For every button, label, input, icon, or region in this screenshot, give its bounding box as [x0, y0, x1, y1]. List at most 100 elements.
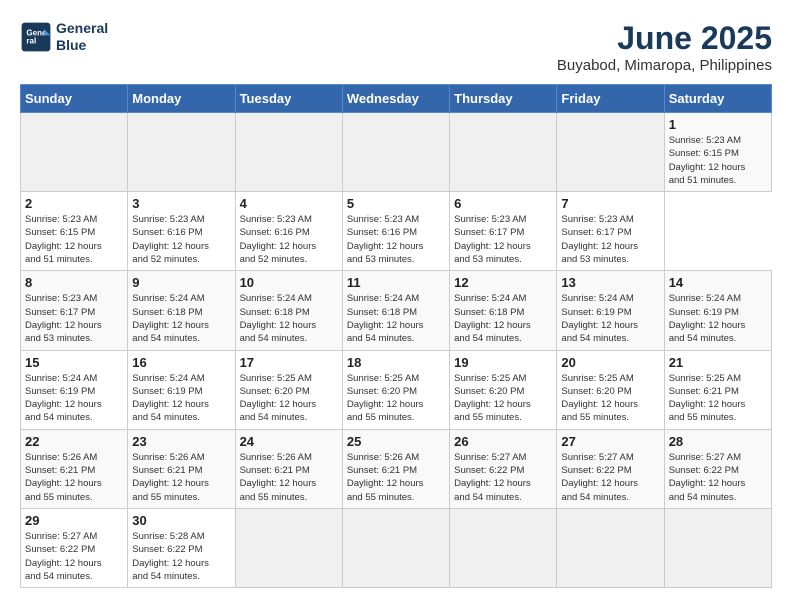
calendar-cell-day-30: 30 Sunrise: 5:28 AMSunset: 6:22 PMDayligh… — [128, 508, 235, 587]
day-info: Sunrise: 5:24 AMSunset: 6:18 PMDaylight:… — [240, 292, 338, 345]
day-number: 5 — [347, 196, 445, 211]
day-info: Sunrise: 5:25 AMSunset: 6:20 PMDaylight:… — [561, 372, 659, 425]
logo-icon: Gene ral — [20, 21, 52, 53]
calendar-cell-day-10: 10Sunrise: 5:24 AMSunset: 6:18 PMDayligh… — [235, 271, 342, 350]
day-info: Sunrise: 5:27 AMSunset: 6:22 PMDaylight:… — [454, 451, 552, 504]
day-number: 14 — [669, 275, 767, 290]
day-info: Sunrise: 5:25 AMSunset: 6:20 PMDaylight:… — [240, 372, 338, 425]
calendar-cell-day-7: 7 Sunrise: 5:23 AMSunset: 6:17 PMDaylight… — [557, 192, 664, 271]
calendar-header-wednesday: Wednesday — [342, 85, 449, 113]
day-info: Sunrise: 5:25 AMSunset: 6:20 PMDaylight:… — [454, 372, 552, 425]
day-info: Sunrise: 5:23 AMSunset: 6:17 PMDaylight:… — [454, 213, 552, 266]
logo: Gene ral General Blue — [20, 20, 108, 54]
calendar-cell-day-2: 2 Sunrise: 5:23 AMSunset: 6:15 PMDaylight… — [21, 192, 128, 271]
day-number: 23 — [132, 434, 230, 449]
calendar-cell-day-16: 16 Sunrise: 5:24 AMSunset: 6:19 PMDayligh… — [128, 350, 235, 429]
day-number: 21 — [669, 355, 767, 370]
calendar-cell-day-23: 23Sunrise: 5:26 AMSunset: 6:21 PMDayligh… — [128, 429, 235, 508]
calendar-week-6: 29Sunrise: 5:27 AMSunset: 6:22 PMDayligh… — [21, 508, 772, 587]
location-subtitle: Buyabod, Mimaropa, Philippines — [557, 57, 772, 74]
day-info: Sunrise: 5:26 AMSunset: 6:21 PMDaylight:… — [240, 451, 338, 504]
calendar-cell-day-9: 9 Sunrise: 5:24 AMSunset: 6:18 PMDaylight… — [128, 271, 235, 350]
calendar-cell-day-27: 27 Sunrise: 5:27 AMSunset: 6:22 PMDayligh… — [557, 429, 664, 508]
day-number: 16 — [132, 355, 230, 370]
day-info: Sunrise: 5:27 AMSunset: 6:22 PMDaylight:… — [669, 451, 767, 504]
day-info: Sunrise: 5:23 AMSunset: 6:15 PMDaylight:… — [669, 134, 767, 187]
day-number: 27 — [561, 434, 659, 449]
calendar-cell-day-17: 17Sunrise: 5:25 AMSunset: 6:20 PMDayligh… — [235, 350, 342, 429]
calendar-header-row: SundayMondayTuesdayWednesdayThursdayFrid… — [21, 85, 772, 113]
calendar-header-monday: Monday — [128, 85, 235, 113]
logo-text: General Blue — [56, 20, 108, 54]
day-info: Sunrise: 5:23 AMSunset: 6:16 PMDaylight:… — [347, 213, 445, 266]
calendar-week-2: 2 Sunrise: 5:23 AMSunset: 6:15 PMDaylight… — [21, 192, 772, 271]
month-title: June 2025 — [557, 20, 772, 57]
calendar-week-5: 22 Sunrise: 5:26 AMSunset: 6:21 PMDayligh… — [21, 429, 772, 508]
calendar-cell-day-3: 3Sunrise: 5:23 AMSunset: 6:16 PMDaylight… — [128, 192, 235, 271]
calendar-cell-day-18: 18 Sunrise: 5:25 AMSunset: 6:20 PMDayligh… — [342, 350, 449, 429]
calendar-cell-day-8: 8Sunrise: 5:23 AMSunset: 6:17 PMDaylight… — [21, 271, 128, 350]
calendar-cell-day-15: 15 Sunrise: 5:24 AMSunset: 6:19 PMDayligh… — [21, 350, 128, 429]
day-number: 20 — [561, 355, 659, 370]
calendar-header-friday: Friday — [557, 85, 664, 113]
calendar-cell-day-26: 26 Sunrise: 5:27 AMSunset: 6:22 PMDayligh… — [450, 429, 557, 508]
day-number: 30 — [132, 513, 230, 528]
day-info: Sunrise: 5:23 AMSunset: 6:15 PMDaylight:… — [25, 213, 123, 266]
day-info: Sunrise: 5:25 AMSunset: 6:20 PMDaylight:… — [347, 372, 445, 425]
calendar-cell-day-25: 25 Sunrise: 5:26 AMSunset: 6:21 PMDayligh… — [342, 429, 449, 508]
calendar-header-tuesday: Tuesday — [235, 85, 342, 113]
calendar-cell-day-5: 5 Sunrise: 5:23 AMSunset: 6:16 PMDaylight… — [342, 192, 449, 271]
title-area: June 2025 Buyabod, Mimaropa, Philippines — [557, 20, 772, 74]
calendar-week-3: 8Sunrise: 5:23 AMSunset: 6:17 PMDaylight… — [21, 271, 772, 350]
calendar-header-sunday: Sunday — [21, 85, 128, 113]
calendar-cell-day-12: 12Sunrise: 5:24 AMSunset: 6:18 PMDayligh… — [450, 271, 557, 350]
calendar-cell-day-6: 6 Sunrise: 5:23 AMSunset: 6:17 PMDaylight… — [450, 192, 557, 271]
day-number: 15 — [25, 355, 123, 370]
day-info: Sunrise: 5:24 AMSunset: 6:19 PMDaylight:… — [132, 372, 230, 425]
calendar-cell-empty — [557, 508, 664, 587]
day-number: 6 — [454, 196, 552, 211]
day-number: 2 — [25, 196, 123, 211]
day-info: Sunrise: 5:24 AMSunset: 6:18 PMDaylight:… — [132, 292, 230, 345]
calendar-cell-day-29: 29Sunrise: 5:27 AMSunset: 6:22 PMDayligh… — [21, 508, 128, 587]
calendar-cell-day-24: 24Sunrise: 5:26 AMSunset: 6:21 PMDayligh… — [235, 429, 342, 508]
calendar-cell-day-22: 22 Sunrise: 5:26 AMSunset: 6:21 PMDayligh… — [21, 429, 128, 508]
calendar-week-4: 15 Sunrise: 5:24 AMSunset: 6:19 PMDayligh… — [21, 350, 772, 429]
day-info: Sunrise: 5:23 AMSunset: 6:17 PMDaylight:… — [561, 213, 659, 266]
day-info: Sunrise: 5:26 AMSunset: 6:21 PMDaylight:… — [25, 451, 123, 504]
day-number: 9 — [132, 275, 230, 290]
day-number: 13 — [561, 275, 659, 290]
day-info: Sunrise: 5:23 AMSunset: 6:16 PMDaylight:… — [132, 213, 230, 266]
day-info: Sunrise: 5:24 AMSunset: 6:19 PMDaylight:… — [25, 372, 123, 425]
day-number: 25 — [347, 434, 445, 449]
day-number: 7 — [561, 196, 659, 211]
day-info: Sunrise: 5:26 AMSunset: 6:21 PMDaylight:… — [347, 451, 445, 504]
day-number: 1 — [669, 117, 767, 132]
day-number: 22 — [25, 434, 123, 449]
day-number: 11 — [347, 275, 445, 290]
calendar-cell-empty — [235, 113, 342, 192]
calendar-header-thursday: Thursday — [450, 85, 557, 113]
day-info: Sunrise: 5:28 AMSunset: 6:22 PMDaylight:… — [132, 530, 230, 583]
calendar-cell-day-28: 28Sunrise: 5:27 AMSunset: 6:22 PMDayligh… — [664, 429, 771, 508]
svg-text:ral: ral — [26, 36, 36, 45]
day-number: 26 — [454, 434, 552, 449]
calendar-table: SundayMondayTuesdayWednesdayThursdayFrid… — [20, 84, 772, 588]
calendar-cell-empty — [557, 113, 664, 192]
calendar-cell-day-20: 20 Sunrise: 5:25 AMSunset: 6:20 PMDayligh… — [557, 350, 664, 429]
calendar-body: 1 Sunrise: 5:23 AMSunset: 6:15 PMDaylight… — [21, 113, 772, 588]
header: Gene ral General Blue June 2025 Buyabod,… — [20, 20, 772, 74]
calendar-cell-empty — [450, 113, 557, 192]
calendar-cell-empty — [21, 113, 128, 192]
calendar-header-saturday: Saturday — [664, 85, 771, 113]
day-number: 8 — [25, 275, 123, 290]
calendar-cell-empty — [342, 508, 449, 587]
day-number: 18 — [347, 355, 445, 370]
day-info: Sunrise: 5:27 AMSunset: 6:22 PMDaylight:… — [25, 530, 123, 583]
calendar-cell-day-14: 14Sunrise: 5:24 AMSunset: 6:19 PMDayligh… — [664, 271, 771, 350]
day-info: Sunrise: 5:27 AMSunset: 6:22 PMDaylight:… — [561, 451, 659, 504]
calendar-cell-empty — [128, 113, 235, 192]
calendar-cell-empty — [664, 508, 771, 587]
day-info: Sunrise: 5:23 AMSunset: 6:16 PMDaylight:… — [240, 213, 338, 266]
day-number: 12 — [454, 275, 552, 290]
